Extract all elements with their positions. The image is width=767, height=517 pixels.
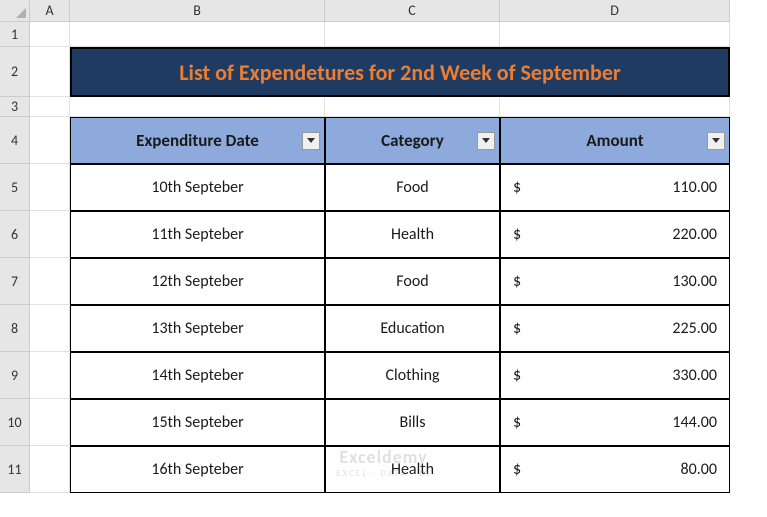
cell-A1[interactable]	[30, 22, 70, 47]
cell-B3[interactable]	[70, 97, 325, 117]
cell-amount[interactable]: $ 220.00	[500, 211, 730, 258]
row-header-6[interactable]: 6	[0, 211, 30, 258]
header-amount[interactable]: Amount	[500, 117, 730, 164]
currency-symbol: $	[513, 225, 521, 244]
filter-button-category[interactable]	[477, 132, 495, 150]
header-amount-label: Amount	[586, 130, 643, 151]
amount-value: 80.00	[681, 460, 717, 479]
row-header-11[interactable]: 11	[0, 446, 30, 493]
cell-C1[interactable]	[325, 22, 500, 47]
cell-A8[interactable]	[30, 305, 70, 352]
cell-date[interactable]: 11th Septeber	[70, 211, 325, 258]
row-header-8[interactable]: 8	[0, 305, 30, 352]
amount-value: 130.00	[672, 272, 717, 291]
amount-value: 330.00	[672, 366, 717, 385]
row-header-5[interactable]: 5	[0, 164, 30, 211]
title-text: List of Expendetures for 2nd Week of Sep…	[179, 59, 621, 86]
cell-D1[interactable]	[500, 22, 730, 47]
table-row: 11th Septeber Health $ 220.00	[30, 211, 730, 258]
cell-A11[interactable]	[30, 446, 70, 493]
currency-symbol: $	[513, 366, 521, 385]
cell-D3[interactable]	[500, 97, 730, 117]
filter-button-amount[interactable]	[707, 132, 725, 150]
currency-symbol: $	[513, 413, 521, 432]
amount-value: 225.00	[672, 319, 717, 338]
cell-category[interactable]: Clothing	[325, 352, 500, 399]
cell-amount[interactable]: $ 130.00	[500, 258, 730, 305]
row-header-3[interactable]: 3	[0, 97, 30, 117]
currency-symbol: $	[513, 460, 521, 479]
amount-value: 144.00	[672, 413, 717, 432]
currency-symbol: $	[513, 178, 521, 197]
cell-category[interactable]: Food	[325, 258, 500, 305]
cell-C3[interactable]	[325, 97, 500, 117]
cell-amount[interactable]: $ 330.00	[500, 352, 730, 399]
header-date[interactable]: Expenditure Date	[70, 117, 325, 164]
col-header-A[interactable]: A	[30, 0, 70, 22]
cell-A9[interactable]	[30, 352, 70, 399]
table-row: 12th Septeber Food $ 130.00	[30, 258, 730, 305]
row-header-10[interactable]: 10	[0, 399, 30, 446]
row-headers: 1 2 3 4 5 6 7 8 9 10 11	[0, 22, 30, 493]
row-header-4[interactable]: 4	[0, 117, 30, 164]
cell-category[interactable]: Bills	[325, 399, 500, 446]
header-category[interactable]: Category	[325, 117, 500, 164]
title-cell[interactable]: List of Expendetures for 2nd Week of Sep…	[70, 47, 730, 97]
cell-category[interactable]: Food	[325, 164, 500, 211]
cell-A5[interactable]	[30, 164, 70, 211]
cell-amount[interactable]: $ 144.00	[500, 399, 730, 446]
filter-button-date[interactable]	[302, 132, 320, 150]
row-header-9[interactable]: 9	[0, 352, 30, 399]
col-header-B[interactable]: B	[70, 0, 325, 22]
table-row: 10th Septeber Food $ 110.00	[30, 164, 730, 211]
currency-symbol: $	[513, 319, 521, 338]
cell-amount[interactable]: $ 80.00	[500, 446, 730, 493]
cell-category[interactable]: Health	[325, 211, 500, 258]
column-headers: A B C D	[30, 0, 730, 22]
cell-A6[interactable]	[30, 211, 70, 258]
cell-amount[interactable]: $ 110.00	[500, 164, 730, 211]
cell-B1[interactable]	[70, 22, 325, 47]
header-category-label: Category	[381, 130, 444, 151]
cell-date[interactable]: 10th Septeber	[70, 164, 325, 211]
cell-date[interactable]: 13th Septeber	[70, 305, 325, 352]
cell-A7[interactable]	[30, 258, 70, 305]
select-all-corner[interactable]	[0, 0, 30, 22]
cell-amount[interactable]: $ 225.00	[500, 305, 730, 352]
cell-A10[interactable]	[30, 399, 70, 446]
table-row: 16th Septeber Health $ 80.00	[30, 446, 730, 493]
spreadsheet-grid: List of Expendetures for 2nd Week of Sep…	[30, 22, 730, 493]
cell-category[interactable]: Education	[325, 305, 500, 352]
row-header-1[interactable]: 1	[0, 22, 30, 47]
currency-symbol: $	[513, 272, 521, 291]
cell-A4[interactable]	[30, 117, 70, 164]
cell-date[interactable]: 12th Septeber	[70, 258, 325, 305]
table-row: 13th Septeber Education $ 225.00	[30, 305, 730, 352]
cell-date[interactable]: 16th Septeber	[70, 446, 325, 493]
cell-date[interactable]: 15th Septeber	[70, 399, 325, 446]
cell-category[interactable]: Health	[325, 446, 500, 493]
col-header-D[interactable]: D	[500, 0, 730, 22]
row-header-7[interactable]: 7	[0, 258, 30, 305]
amount-value: 220.00	[672, 225, 717, 244]
cell-date[interactable]: 14th Septeber	[70, 352, 325, 399]
table-row: 15th Septeber Bills $ 144.00	[30, 399, 730, 446]
cell-A3[interactable]	[30, 97, 70, 117]
table-row: 14th Septeber Clothing $ 330.00	[30, 352, 730, 399]
row-header-2[interactable]: 2	[0, 47, 30, 97]
header-date-label: Expenditure Date	[136, 130, 259, 151]
amount-value: 110.00	[672, 178, 717, 197]
col-header-C[interactable]: C	[325, 0, 500, 22]
cell-A2[interactable]	[30, 47, 70, 97]
